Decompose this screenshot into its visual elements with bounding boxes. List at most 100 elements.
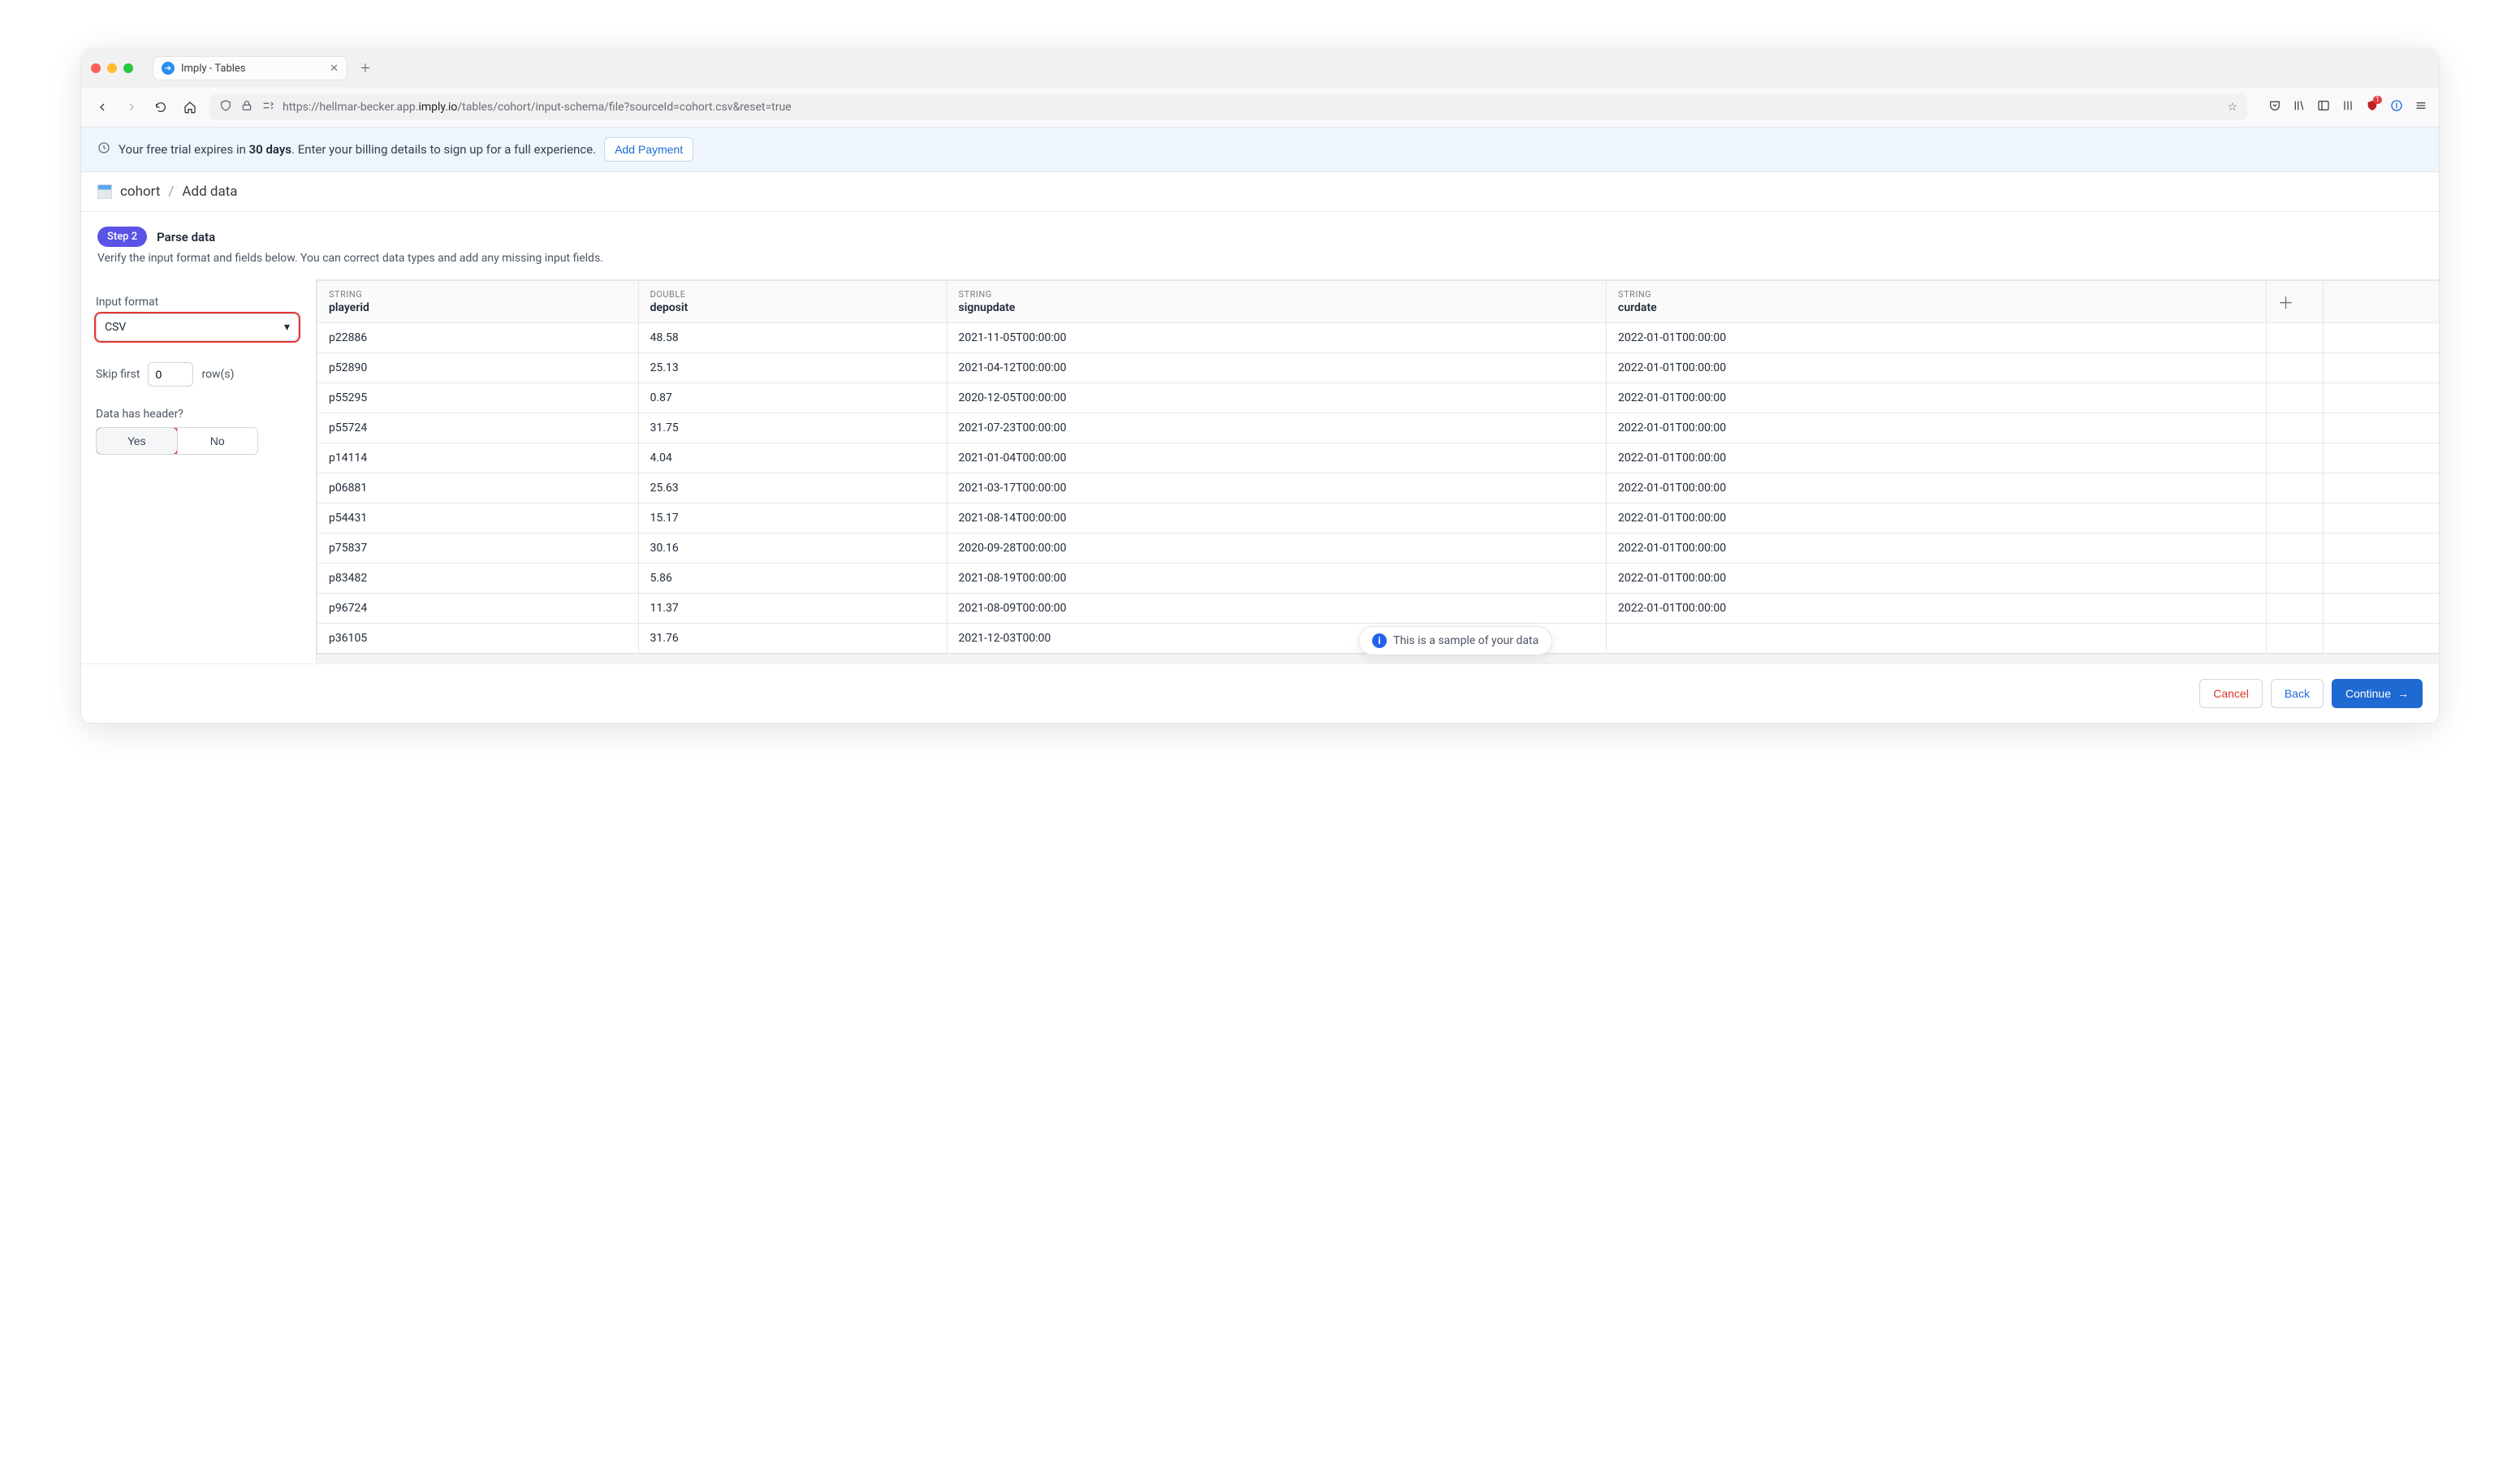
reload-button[interactable] [151,97,170,117]
table-cell[interactable]: 2021-01-04T00:00:00 [947,443,1607,473]
nav-forward-button[interactable] [122,97,141,117]
table-cell[interactable]: 2022-01-01T00:00:00 [1607,443,2267,473]
table-cell[interactable]: p83482 [317,564,639,594]
column-header[interactable]: DOUBLEdeposit [638,281,947,323]
table-cell[interactable]: 31.76 [638,624,947,654]
table-cell[interactable]: p36105 [317,624,639,654]
browser-tab[interactable]: ➜ Imply - Tables ✕ [153,56,347,80]
nav-back-button[interactable] [93,97,112,117]
table-cell[interactable]: 2020-09-28T00:00:00 [947,534,1607,564]
onepassword-icon[interactable] [2390,99,2403,115]
close-window-button[interactable] [91,63,101,73]
table-cell[interactable]: 2021-11-05T00:00:00 [947,323,1607,353]
table-cell[interactable]: p55724 [317,413,639,443]
table-cell[interactable]: 25.13 [638,353,947,383]
column-name: signupdate [959,301,1595,314]
table-cell[interactable]: 5.86 [638,564,947,594]
table-cell[interactable]: 2021-08-19T00:00:00 [947,564,1607,594]
step-title: Parse data [157,230,215,244]
input-format-select[interactable]: CSV ▾ [96,313,299,341]
has-header-no-button[interactable]: No [177,428,258,454]
table-cell[interactable]: p06881 [317,473,639,503]
skip-first-label: Skip first [96,368,140,381]
table-cell[interactable]: p75837 [317,534,639,564]
add-payment-button[interactable]: Add Payment [604,137,693,162]
step-subtitle: Verify the input format and fields below… [97,247,2423,273]
home-button[interactable] [180,97,200,117]
table-cell[interactable]: 2021-03-17T00:00:00 [947,473,1607,503]
table-cell[interactable]: p96724 [317,594,639,624]
table-cell[interactable]: 2022-01-01T00:00:00 [1607,534,2267,564]
breadcrumb: cohort / Add data [81,172,2439,212]
bookmark-icon[interactable]: ☆ [2227,101,2237,114]
table-cell[interactable]: p54431 [317,503,639,534]
url-domain: imply.io [418,101,457,114]
table-cell[interactable]: p22886 [317,323,639,353]
step-pill: Step 2 [97,227,147,247]
table-cell[interactable]: 30.16 [638,534,947,564]
app-menu-icon[interactable] [2414,99,2427,115]
has-header-yes-button[interactable]: Yes [97,428,177,454]
table-cell[interactable]: 2022-01-01T00:00:00 [1607,473,2267,503]
sidebar-icon[interactable] [2317,99,2330,115]
maximize-window-button[interactable] [123,63,133,73]
column-header[interactable]: STRINGplayerid [317,281,639,323]
blank-cell [2266,323,2323,353]
table-row: p5443115.172021-08-14T00:00:002022-01-01… [317,503,2440,534]
breadcrumb-table[interactable]: cohort [120,184,160,200]
table-cell[interactable]: 11.37 [638,594,947,624]
column-name: playerid [329,301,627,314]
table-cell[interactable]: 2022-01-01T00:00:00 [1607,594,2267,624]
blank-cell [2266,413,2323,443]
grid-icon[interactable] [2341,99,2354,115]
table-cell[interactable]: 2022-01-01T00:00:00 [1607,564,2267,594]
data-table: STRINGplayeridDOUBLEdepositSTRINGsignupd… [317,280,2439,654]
cancel-button[interactable]: Cancel [2199,679,2263,708]
column-name: curdate [1618,301,2255,314]
table-cell[interactable]: p52890 [317,353,639,383]
column-type: STRING [329,289,627,300]
table-cell[interactable] [1607,624,2267,654]
table-cell[interactable]: 48.58 [638,323,947,353]
table-cell[interactable]: p14114 [317,443,639,473]
table-cell[interactable]: 2022-01-01T00:00:00 [1607,383,2267,413]
info-icon: i [1372,633,1387,648]
table-cell[interactable]: 2022-01-01T00:00:00 [1607,353,2267,383]
blank-cell [2323,443,2439,473]
table-cell[interactable]: p55295 [317,383,639,413]
table-cell[interactable]: 2021-08-09T00:00:00 [947,594,1607,624]
table-cell[interactable]: 2022-01-01T00:00:00 [1607,323,2267,353]
address-bar[interactable]: https://hellmar-becker.app.imply.io/tabl… [209,94,2247,120]
table-cell[interactable]: 2020-12-05T00:00:00 [947,383,1607,413]
table-cell[interactable]: 2022-01-01T00:00:00 [1607,503,2267,534]
library-icon[interactable] [2293,99,2306,115]
spacer-column [2323,281,2439,323]
minimize-window-button[interactable] [107,63,117,73]
table-row: p552950.872020-12-05T00:00:002022-01-01T… [317,383,2440,413]
table-cell[interactable]: 2021-07-23T00:00:00 [947,413,1607,443]
browser-tabbar: ➜ Imply - Tables ✕ ＋ [81,49,2439,88]
column-header[interactable]: STRINGsignupdate [947,281,1607,323]
lock-icon [240,99,253,115]
table-cell[interactable]: 31.75 [638,413,947,443]
pocket-icon[interactable] [2268,99,2281,115]
table-row: p141144.042021-01-04T00:00:002022-01-01T… [317,443,2440,473]
continue-button[interactable]: Continue [2332,679,2423,708]
table-cell[interactable]: 25.63 [638,473,947,503]
table-cell[interactable]: 0.87 [638,383,947,413]
back-button[interactable]: Back [2271,679,2324,708]
new-tab-button[interactable]: ＋ [354,57,377,80]
column-header[interactable]: STRINGcurdate [1607,281,2267,323]
url-prefix: https://hellmar-becker.app. [283,101,418,114]
blank-cell [2266,624,2323,654]
add-column-button[interactable]: ＋ [2266,281,2323,323]
table-cell[interactable]: 2021-08-14T00:00:00 [947,503,1607,534]
ublock-icon[interactable] [2366,99,2379,115]
table-cell[interactable]: 2021-04-12T00:00:00 [947,353,1607,383]
close-tab-icon[interactable]: ✕ [330,63,339,75]
skip-first-input[interactable] [148,362,193,387]
table-cell[interactable]: 2022-01-01T00:00:00 [1607,413,2267,443]
table-cell[interactable]: 15.17 [638,503,947,534]
table-cell[interactable]: 4.04 [638,443,947,473]
main-content: Input format CSV ▾ Skip first row(s) Dat… [81,279,2439,663]
